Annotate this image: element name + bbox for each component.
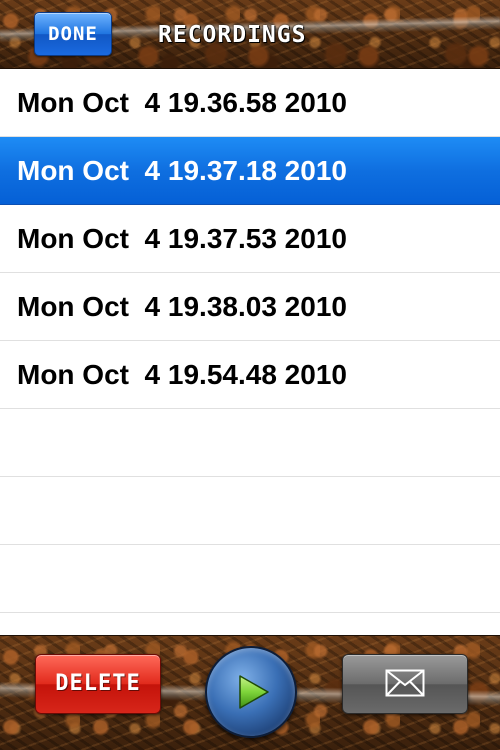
email-button[interactable] bbox=[342, 654, 468, 714]
recording-label: Mon Oct 4 19.36.58 2010 bbox=[17, 87, 347, 118]
recordings-list: Mon Oct 4 19.36.58 2010 Mon Oct 4 19.37.1… bbox=[0, 69, 500, 613]
play-icon bbox=[239, 675, 269, 709]
mail-icon bbox=[385, 669, 425, 697]
recording-label: Mon Oct 4 19.37.53 2010 bbox=[17, 223, 347, 254]
empty-row bbox=[0, 409, 500, 477]
navigation-bar: DONE RECORDINGS bbox=[0, 0, 500, 69]
recording-label: Mon Oct 4 19.37.18 2010 bbox=[17, 155, 347, 186]
done-button[interactable]: DONE bbox=[34, 12, 112, 56]
bottom-toolbar: DELETE bbox=[0, 635, 500, 750]
empty-row bbox=[0, 545, 500, 613]
recordings-screen: DONE RECORDINGS Mon Oct 4 19.36.58 2010 M… bbox=[0, 0, 500, 750]
recording-row[interactable]: Mon Oct 4 19.37.53 2010 bbox=[0, 205, 500, 273]
recording-row[interactable]: Mon Oct 4 19.36.58 2010 bbox=[0, 69, 500, 137]
recording-row[interactable]: Mon Oct 4 19.37.18 2010 bbox=[0, 137, 500, 205]
delete-button[interactable]: DELETE bbox=[35, 654, 161, 714]
recording-row[interactable]: Mon Oct 4 19.38.03 2010 bbox=[0, 273, 500, 341]
recording-label: Mon Oct 4 19.54.48 2010 bbox=[17, 359, 347, 390]
recording-label: Mon Oct 4 19.38.03 2010 bbox=[17, 291, 347, 322]
empty-row bbox=[0, 477, 500, 545]
play-button[interactable] bbox=[205, 646, 297, 738]
recording-row[interactable]: Mon Oct 4 19.54.48 2010 bbox=[0, 341, 500, 409]
page-title: RECORDINGS bbox=[158, 22, 307, 48]
